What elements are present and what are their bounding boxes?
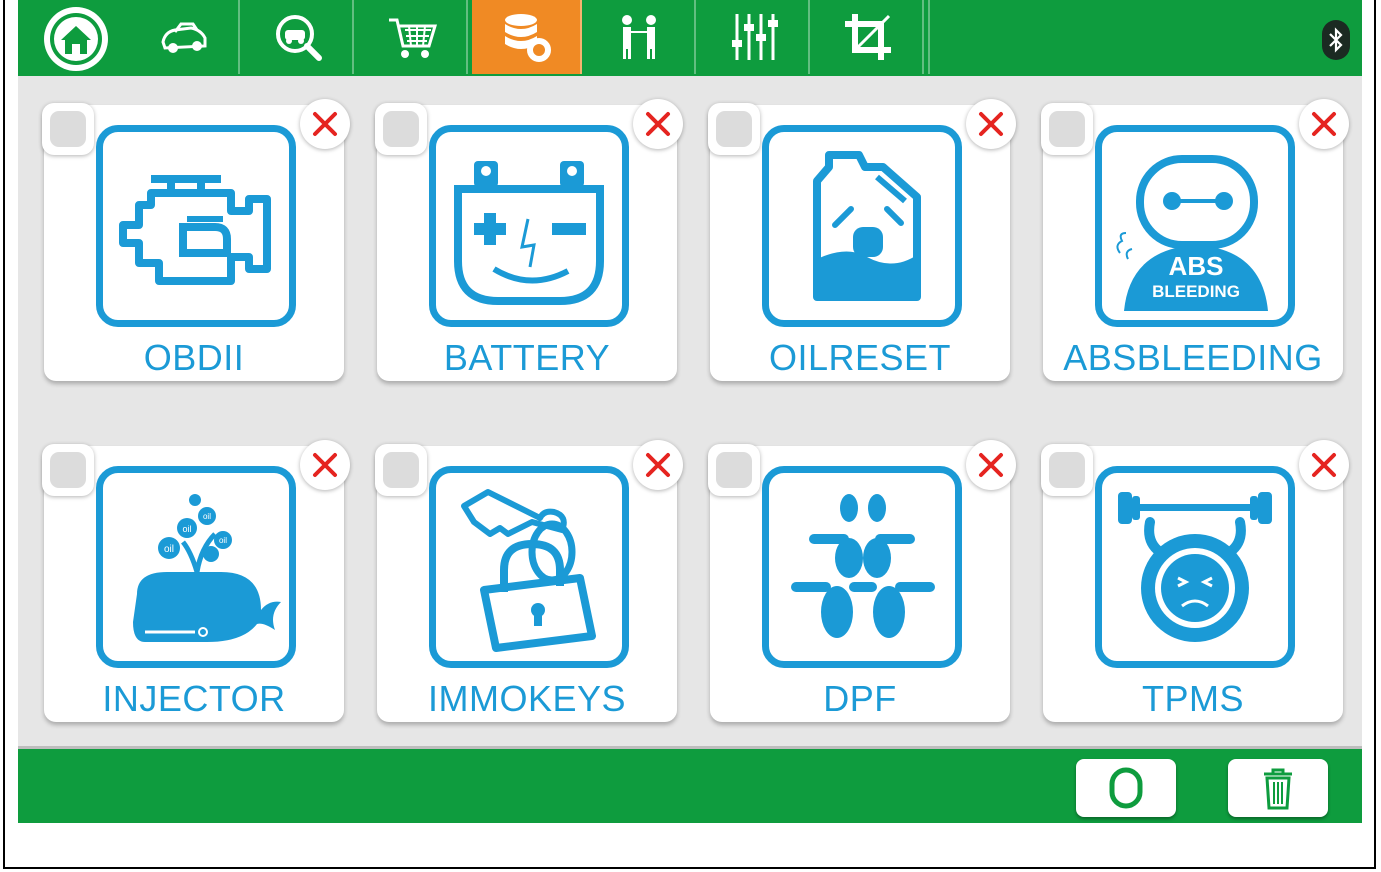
card-label: IMMOKEYS (427, 678, 627, 719)
delete-button[interactable] (633, 99, 683, 149)
oil-text: oil (182, 524, 191, 534)
delete-button[interactable] (633, 440, 683, 490)
trash-icon (1264, 768, 1292, 810)
card-label: ABSBLEEDING (1063, 337, 1323, 378)
tab-divider (928, 0, 930, 74)
delete-button[interactable] (966, 99, 1016, 149)
close-icon (1312, 112, 1336, 136)
close-icon (979, 453, 1003, 477)
tab-data-settings[interactable] (472, 0, 582, 74)
select-checkbox[interactable] (42, 103, 94, 155)
bottom-toolbar (18, 746, 1362, 823)
abs-text: ABS (1169, 251, 1224, 281)
tab-vehicle[interactable] (130, 0, 240, 74)
delete-selected-button[interactable] (1228, 759, 1328, 817)
card-dpf[interactable]: DPF (708, 440, 1016, 722)
tab-home[interactable] (28, 4, 124, 74)
card-label: INJECTOR (102, 678, 286, 719)
delete-button[interactable] (300, 440, 350, 490)
card-label: OBDII (143, 337, 245, 378)
delete-button[interactable] (966, 440, 1016, 490)
card-obdii[interactable]: OBDII (42, 99, 350, 381)
whale-icon: oil oil oil oil (96, 466, 296, 668)
app-screen: OBDII BATTERY OILRESET ABS BLEEDING ABSB… (18, 0, 1362, 823)
shopping-cart-icon (389, 18, 438, 58)
tab-crop[interactable] (814, 0, 924, 74)
bleeding-text: BLEEDING (1152, 282, 1240, 301)
card-label: BATTERY (443, 337, 611, 378)
delete-button[interactable] (1299, 440, 1349, 490)
top-navigation-bar (18, 0, 1362, 76)
select-checkbox[interactable] (708, 103, 760, 155)
people-icon (622, 15, 656, 59)
battery-icon (429, 125, 629, 327)
card-battery[interactable]: BATTERY (375, 99, 683, 381)
database-gear-icon (505, 14, 551, 62)
delete-button[interactable] (300, 99, 350, 149)
close-icon (646, 453, 670, 477)
close-icon (979, 112, 1003, 136)
select-checkbox[interactable] (1041, 103, 1093, 155)
engine-icon (96, 125, 296, 327)
home-icon (44, 7, 108, 71)
select-checkbox[interactable] (375, 444, 427, 496)
card-injector[interactable]: oil oil oil oil INJECTOR (42, 440, 350, 722)
close-icon (313, 453, 337, 477)
oil-text: oil (164, 544, 174, 555)
tab-vehicle-search[interactable] (244, 0, 354, 74)
card-label: OILRESET (768, 337, 952, 378)
circle-select-icon (1109, 767, 1143, 809)
card-label: DPF (823, 678, 897, 719)
card-label: TPMS (1141, 678, 1244, 719)
select-checkbox[interactable] (708, 444, 760, 496)
close-icon (1312, 453, 1336, 477)
delete-button[interactable] (1299, 99, 1349, 149)
select-checkbox[interactable] (42, 444, 94, 496)
function-grid: OBDII BATTERY OILRESET ABS BLEEDING ABSB… (42, 99, 1349, 725)
sliders-icon (732, 14, 778, 60)
dpf-filter-icon (762, 466, 962, 668)
car-search-icon (276, 15, 322, 61)
key-lock-icon (429, 466, 629, 668)
close-icon (646, 112, 670, 136)
car-icon (161, 22, 207, 53)
bluetooth-icon (1329, 27, 1343, 53)
tab-people[interactable] (586, 0, 696, 74)
card-oilreset[interactable]: OILRESET (708, 99, 1016, 381)
abs-bleeding-icon: ABS BLEEDING (1095, 125, 1295, 327)
select-checkbox[interactable] (1041, 444, 1093, 496)
card-tpms[interactable]: TPMS (1041, 440, 1349, 722)
close-icon (313, 112, 337, 136)
tab-shop[interactable] (358, 0, 468, 74)
select-checkbox[interactable] (375, 103, 427, 155)
card-immokeys[interactable]: IMMOKEYS (375, 440, 683, 722)
select-all-button[interactable] (1076, 759, 1176, 817)
tire-weightlifter-icon (1095, 466, 1295, 668)
oil-text: oil (203, 512, 211, 521)
oil-can-icon (762, 125, 962, 327)
tab-adjust[interactable] (700, 0, 810, 74)
oil-text: oil (219, 536, 227, 545)
bluetooth-status[interactable] (1322, 20, 1350, 60)
crop-icon (845, 14, 891, 60)
card-absbleeding[interactable]: ABS BLEEDING ABSBLEEDING (1041, 99, 1349, 381)
